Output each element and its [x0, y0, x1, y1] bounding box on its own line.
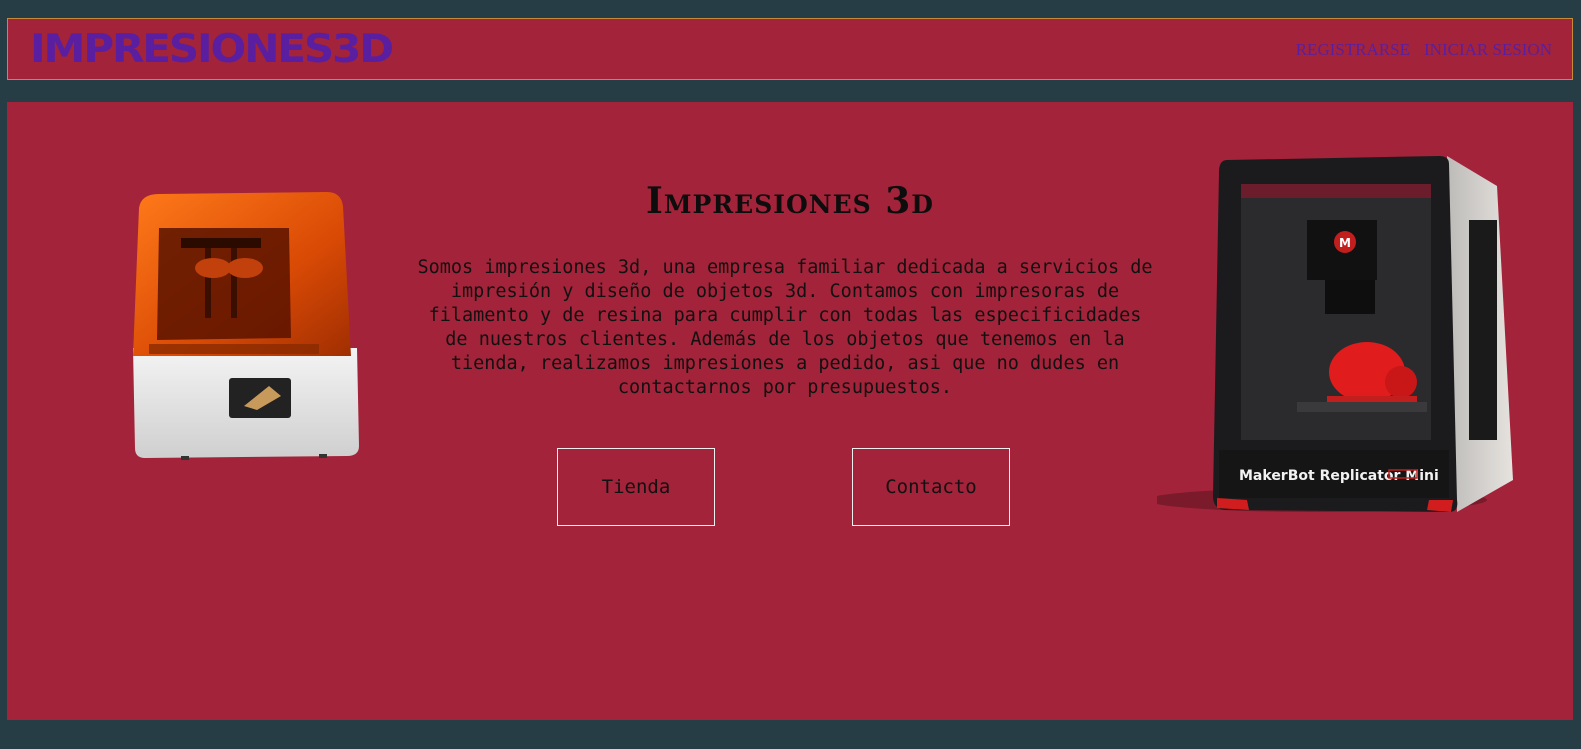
contacto-button[interactable]: Contacto	[852, 448, 1010, 526]
register-link[interactable]: REGISTRARSE	[1296, 40, 1410, 60]
site-logo[interactable]: Impresiones3d	[30, 27, 394, 73]
tienda-button[interactable]: Tienda	[557, 448, 715, 526]
resin-printer-image	[133, 192, 359, 460]
company-description: Somos impresiones 3d, una empresa famili…	[417, 257, 1153, 398]
login-link[interactable]: INICIAR SESION	[1424, 40, 1552, 60]
site-header: Impresiones3d REGISTRARSE INICIAR SESION	[7, 18, 1573, 80]
makerbot-printer-image: M MakerBot Replicator Mini	[1157, 156, 1513, 512]
top-nav: REGISTRARSE INICIAR SESION	[1296, 40, 1552, 60]
hero-section: Impresiones 3d Somos impresiones 3d, una…	[7, 102, 1573, 720]
svg-text:M: M	[1339, 236, 1351, 250]
